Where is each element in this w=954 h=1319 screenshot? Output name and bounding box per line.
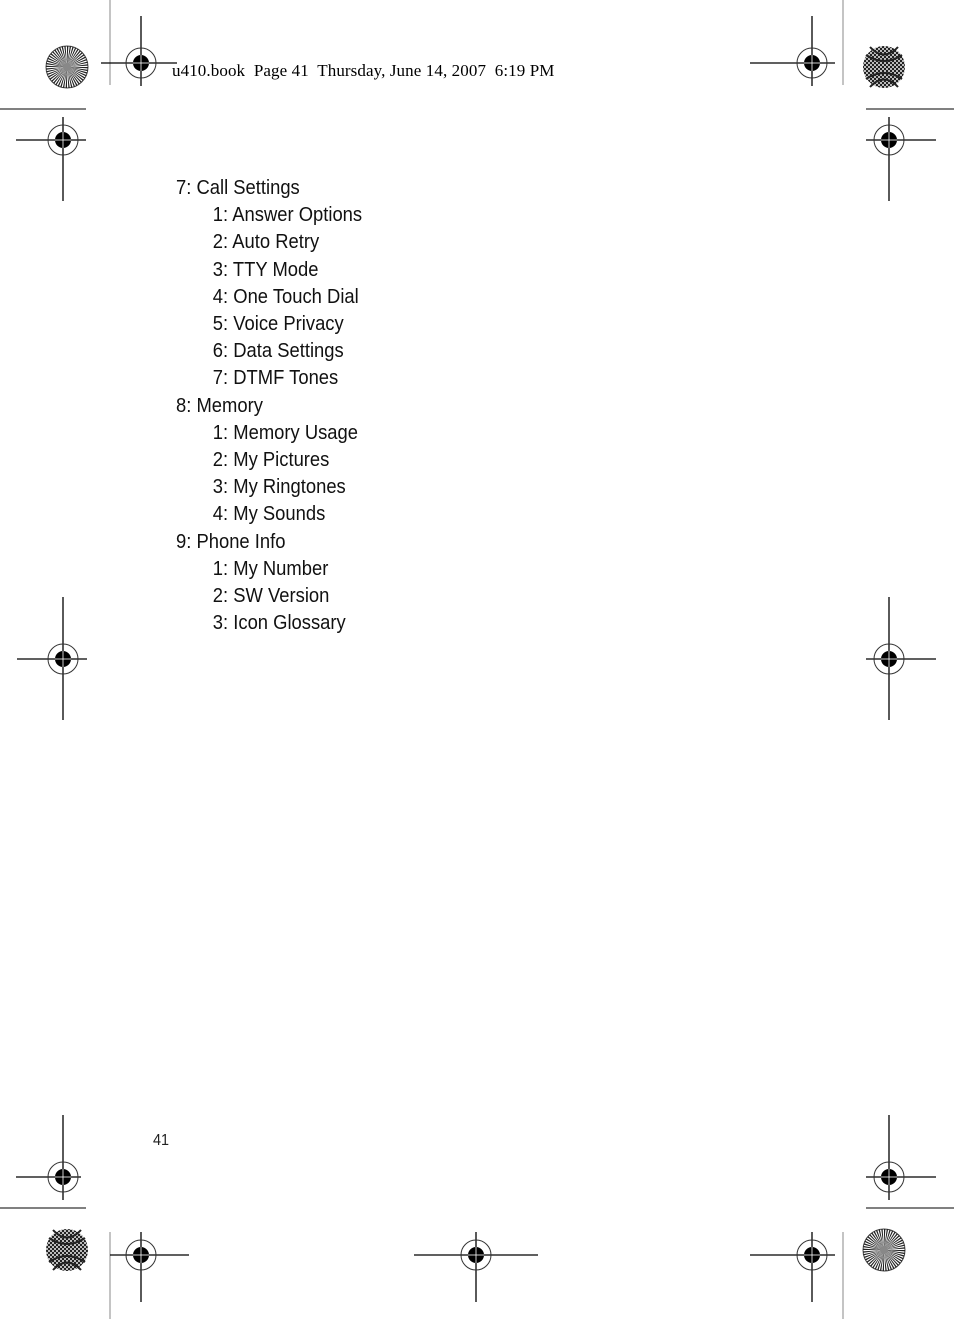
submenu-item: 2: Auto Retry (212, 231, 320, 254)
submenu-item: 1: Answer Options (212, 204, 363, 227)
registration-mark-bottom-left (110, 1232, 189, 1302)
submenu-item: 3: Icon Glossary (212, 612, 346, 635)
registration-mark-top-left (101, 16, 177, 86)
menu-tree: 7: Call Settings 1: Answer Options 2: Au… (176, 175, 362, 637)
registration-mark-right-middle (866, 597, 936, 720)
moire-icon-top-right (863, 46, 905, 88)
submenu-item: 1: My Number (212, 557, 329, 580)
menu-item-memory: 8: Memory (176, 394, 263, 417)
registration-mark-right-lower (866, 1115, 936, 1200)
registration-mark-bottom-center (414, 1232, 538, 1302)
submenu-item: 2: SW Version (212, 585, 330, 608)
printer-marks (0, 0, 954, 1319)
submenu-item: 1: Memory Usage (212, 421, 359, 444)
registration-mark-top-right (750, 16, 835, 86)
menu-item-call-settings: 7: Call Settings (176, 177, 300, 199)
registration-mark-left-upper (16, 117, 86, 201)
registration-mark-right-upper (866, 117, 936, 201)
page-number: 41 (153, 1132, 170, 1149)
registration-mark-left-middle (17, 597, 87, 720)
submenu-item: 2: My Pictures (212, 449, 330, 472)
menu-item-phone-info: 9: Phone Info (176, 530, 286, 553)
submenu-item: 6: Data Settings (212, 340, 344, 363)
submenu-item: 4: My Sounds (212, 503, 326, 526)
registration-mark-bottom-right (750, 1232, 835, 1302)
submenu-item: 3: TTY Mode (212, 258, 319, 281)
starburst-icon-bottom-right (862, 1228, 906, 1272)
moire-icon-bottom-left (46, 1229, 88, 1271)
starburst-icon-top-left (45, 45, 89, 89)
print-slug-header: u410.book Page 41 Thursday, June 14, 200… (172, 61, 555, 80)
submenu-item: 3: My Ringtones (212, 476, 346, 499)
submenu-item: 7: DTMF Tones (212, 367, 339, 390)
registration-mark-left-lower (16, 1115, 81, 1200)
submenu-item: 5: Voice Privacy (212, 313, 344, 336)
submenu-item: 4: One Touch Dial (212, 285, 359, 308)
